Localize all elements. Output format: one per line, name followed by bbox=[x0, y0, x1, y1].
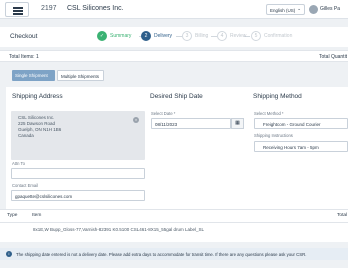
email-label: Contact Email bbox=[12, 183, 39, 188]
multiple-shipments-button[interactable]: Multiple Shipments bbox=[57, 70, 104, 81]
step-billing: 3 Billing bbox=[182, 31, 208, 41]
step-confirmation: 5 Confirmation bbox=[251, 31, 292, 41]
single-shipment-button[interactable]: Single Shipment bbox=[12, 70, 55, 81]
step-number: 4 bbox=[217, 31, 227, 41]
language-select[interactable]: English (US) ⌄ bbox=[266, 4, 305, 15]
notice-text: The shipping date entered is not a deliv… bbox=[16, 251, 307, 257]
column-header-item: Item bbox=[32, 213, 42, 218]
close-icon[interactable]: × bbox=[133, 117, 139, 123]
table-divider bbox=[0, 222, 348, 223]
step-delivery[interactable]: 2 Delivery bbox=[141, 31, 172, 41]
step-label: Billing bbox=[195, 33, 209, 39]
chevron-down-icon: ⌄ bbox=[297, 6, 301, 11]
address-card[interactable]: CSL Silicones Inc. 225 Dawson Road Guelp… bbox=[11, 111, 145, 160]
shipping-address-title: Shipping Address bbox=[12, 93, 63, 100]
page-title: Checkout bbox=[10, 33, 38, 40]
table-row: 8x1E,W Bupp_Gloss-77,Varnish-82391 K0.51… bbox=[33, 227, 205, 232]
calendar-button[interactable]: ▦ bbox=[231, 118, 244, 129]
address-line: Canada bbox=[18, 133, 34, 138]
step-label: Review bbox=[230, 33, 247, 39]
column-header-total: Total bbox=[337, 213, 348, 218]
step-summary[interactable]: ✓ Summary bbox=[97, 31, 131, 41]
attn-label: Attn To bbox=[12, 161, 25, 166]
date-input[interactable]: 08/11/2023 bbox=[151, 118, 231, 129]
company-name: CSL Silicones Inc. bbox=[67, 5, 124, 12]
step-label: Confirmation bbox=[264, 33, 293, 39]
step-label: Delivery bbox=[154, 33, 173, 39]
hamburger-menu-button[interactable] bbox=[5, 2, 29, 17]
top-bar: 2197 CSL Silicones Inc. English (US) ⌄ G… bbox=[0, 0, 348, 19]
step-label: Summary bbox=[110, 33, 132, 39]
step-review: 4 Review bbox=[217, 31, 246, 41]
account-number: 2197 bbox=[41, 5, 57, 12]
info-icon: i bbox=[6, 251, 12, 257]
menu-icon bbox=[13, 7, 23, 9]
email-field[interactable]: gpaquette@cslsilicones.com bbox=[11, 190, 145, 201]
shipping-date-notice: i The shipping date entered is not a del… bbox=[0, 248, 348, 260]
checkout-header: Checkout ✓ Summary 2 Delivery 3 Billing … bbox=[0, 27, 348, 47]
instructions-field[interactable]: Receiving Hours 7am - 5pm bbox=[254, 141, 348, 152]
date-label: Select Date * bbox=[151, 111, 176, 116]
items-table: Type Item Total 8x1E,W Bupp_Gloss-77,Var… bbox=[0, 209, 348, 242]
method-select[interactable]: Freightcom - Ground Courier bbox=[254, 118, 348, 129]
language-value: English (US) bbox=[270, 7, 296, 13]
ship-date-title: Desired Ship Date bbox=[150, 93, 203, 100]
delivery-panel: Shipping Address CSL Silicones Inc. 225 … bbox=[6, 87, 348, 209]
attn-field[interactable] bbox=[11, 168, 145, 179]
total-items: Total Items: 1 bbox=[9, 54, 39, 60]
step-number: 2 bbox=[141, 31, 151, 41]
total-quantity: Total Quantit bbox=[319, 54, 348, 60]
avatar[interactable] bbox=[309, 5, 318, 14]
totals-bar: Total Items: 1 Total Quantit bbox=[0, 50, 348, 62]
calendar-icon: ▦ bbox=[235, 120, 240, 126]
check-icon: ✓ bbox=[97, 31, 107, 41]
instructions-label: Shipping Instructions bbox=[254, 133, 293, 138]
step-number: 3 bbox=[182, 31, 192, 41]
menu-icon bbox=[13, 13, 23, 15]
column-header-type: Type bbox=[7, 213, 18, 218]
shipping-method-title: Shipping Method bbox=[253, 93, 302, 100]
method-label: Select Method * bbox=[254, 111, 284, 116]
user-name[interactable]: Gilles Pa bbox=[320, 6, 340, 12]
menu-icon bbox=[13, 10, 23, 12]
step-number: 5 bbox=[251, 31, 261, 41]
